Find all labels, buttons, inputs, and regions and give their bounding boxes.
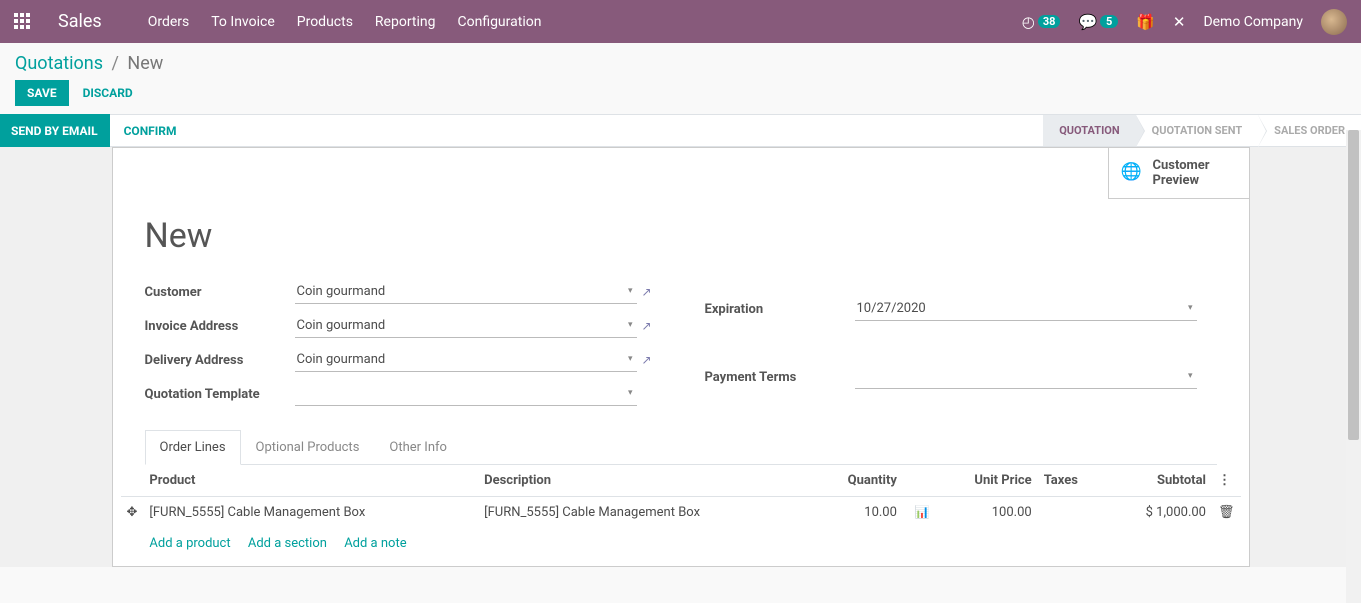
notebook-tabs: Order Lines Optional Products Other Info	[145, 430, 1217, 465]
breadcrumb-current: New	[127, 53, 163, 74]
quotation-template-field[interactable]: ▾	[295, 382, 637, 406]
step-quotation-sent[interactable]: Quotation Sent	[1136, 115, 1259, 146]
add-section-link[interactable]: Add a section	[248, 536, 327, 551]
line-description[interactable]: [FURN_5555] Cable Management Box	[478, 497, 813, 529]
col-description: Description	[478, 465, 813, 497]
customer-external-link-icon[interactable]: ↗	[637, 285, 657, 299]
form-sheet: 🌐 Customer Preview New Customer ▾ ↗ Invo…	[112, 147, 1250, 567]
menu-configuration[interactable]: Configuration	[457, 14, 541, 30]
columns-menu-icon[interactable]: ⋮	[1212, 465, 1241, 497]
left-column: Customer ▾ ↗ Invoice Address ▾ ↗ Deliver…	[145, 280, 657, 406]
gift-icon[interactable]: 🎁	[1136, 13, 1155, 31]
status-steps: Quotation Quotation Sent Sales Order	[1043, 115, 1361, 146]
confirm-button[interactable]: Confirm	[110, 124, 191, 138]
scrollbar-thumb[interactable]	[1348, 130, 1359, 440]
delivery-input[interactable]	[295, 348, 637, 372]
line-price[interactable]: 100.00	[936, 497, 1038, 529]
payment-terms-label: Payment Terms	[705, 370, 855, 385]
drag-handle-icon[interactable]: ✥	[121, 497, 144, 529]
expiration-label: Expiration	[705, 302, 855, 317]
user-avatar[interactable]	[1321, 9, 1347, 35]
tab-other-info[interactable]: Other Info	[374, 430, 462, 465]
expiration-field[interactable]: ▾	[855, 297, 1197, 321]
customer-preview-l1: Customer	[1153, 158, 1233, 173]
messaging-icon[interactable]: 💬5	[1078, 13, 1118, 31]
activity-badge: 38	[1038, 15, 1061, 28]
col-subtotal: Subtotal	[1106, 465, 1212, 497]
apps-icon[interactable]	[14, 13, 32, 31]
delivery-external-link-icon[interactable]: ↗	[637, 353, 657, 367]
order-line-row[interactable]: ✥ [FURN_5555] Cable Management Box [FURN…	[121, 497, 1241, 529]
form-view: 🌐 Customer Preview New Customer ▾ ↗ Invo…	[0, 147, 1361, 567]
template-input[interactable]	[295, 382, 637, 406]
customer-input[interactable]	[295, 280, 637, 304]
add-product-link[interactable]: Add a product	[149, 536, 230, 551]
delivery-label: Delivery Address	[145, 353, 295, 368]
order-lines-table: Product Description Quantity Unit Price …	[121, 465, 1241, 559]
scrollbar[interactable]	[1346, 130, 1361, 603]
discard-button[interactable]: Discard	[83, 86, 133, 100]
breadcrumb: Quotations / New	[0, 43, 1361, 80]
company-switcher[interactable]: Demo Company	[1203, 14, 1303, 30]
debug-icon[interactable]: ✕	[1173, 13, 1186, 31]
invoice-address-field[interactable]: ▾	[295, 314, 637, 338]
breadcrumb-sep: /	[111, 53, 118, 74]
customer-field[interactable]: ▾	[295, 280, 637, 304]
main-menu: Orders To Invoice Products Reporting Con…	[148, 14, 542, 30]
line-product[interactable]: [FURN_5555] Cable Management Box	[143, 497, 478, 529]
statusbar-buttons: Send by Email Confirm	[0, 115, 190, 146]
globe-icon: 🌐	[1121, 162, 1142, 182]
delivery-address-field[interactable]: ▾	[295, 348, 637, 372]
record-title: New	[113, 148, 1249, 280]
template-label: Quotation Template	[145, 387, 295, 402]
save-button[interactable]: Save	[15, 80, 69, 106]
app-name[interactable]: Sales	[58, 11, 102, 32]
menu-orders[interactable]: Orders	[148, 14, 190, 30]
col-quantity: Quantity	[813, 465, 903, 497]
activity-icon[interactable]: ◴38	[1022, 13, 1061, 31]
statusbar: Send by Email Confirm Quotation Quotatio…	[0, 114, 1361, 147]
control-panel: Save Discard	[0, 80, 1361, 114]
line-taxes[interactable]	[1038, 497, 1106, 529]
invoice-input[interactable]	[295, 314, 637, 338]
tab-optional-products[interactable]: Optional Products	[241, 430, 375, 465]
send-by-email-button[interactable]: Send by Email	[0, 114, 110, 147]
customer-preview-button[interactable]: 🌐 Customer Preview	[1108, 147, 1250, 199]
add-note-link[interactable]: Add a note	[344, 536, 406, 551]
line-qty[interactable]: 10.00	[813, 497, 903, 529]
breadcrumb-root[interactable]: Quotations	[15, 53, 103, 74]
col-unit-price: Unit Price	[936, 465, 1038, 497]
payment-terms-field[interactable]: ▾	[855, 365, 1197, 389]
customer-label: Customer	[145, 285, 295, 300]
payment-terms-input[interactable]	[855, 365, 1197, 389]
line-subtotal: $ 1,000.00	[1106, 497, 1212, 529]
customer-preview-l2: Preview	[1153, 173, 1233, 188]
menu-to-invoice[interactable]: To Invoice	[211, 14, 275, 30]
expiration-input[interactable]	[855, 297, 1197, 321]
menu-products[interactable]: Products	[297, 14, 353, 30]
right-column: Expiration ▾ Payment Terms ▾	[705, 280, 1217, 406]
invoice-label: Invoice Address	[145, 319, 295, 334]
col-taxes: Taxes	[1038, 465, 1106, 497]
form-fields: Customer ▾ ↗ Invoice Address ▾ ↗ Deliver…	[113, 280, 1249, 406]
tab-order-lines[interactable]: Order Lines	[145, 430, 241, 465]
invoice-external-link-icon[interactable]: ↗	[637, 319, 657, 333]
menu-reporting[interactable]: Reporting	[375, 14, 436, 30]
add-row: Add a product Add a section Add a note	[121, 528, 1241, 559]
step-quotation[interactable]: Quotation	[1043, 115, 1135, 146]
top-navbar: Sales Orders To Invoice Products Reporti…	[0, 0, 1361, 43]
systray: ◴38 💬5 🎁 ✕ Demo Company	[1022, 9, 1347, 35]
col-product: Product	[143, 465, 478, 497]
forecast-graph-icon[interactable]: 📊	[915, 505, 930, 519]
messaging-badge: 5	[1100, 15, 1118, 28]
delete-line-icon[interactable]: 🗑	[1212, 497, 1241, 529]
